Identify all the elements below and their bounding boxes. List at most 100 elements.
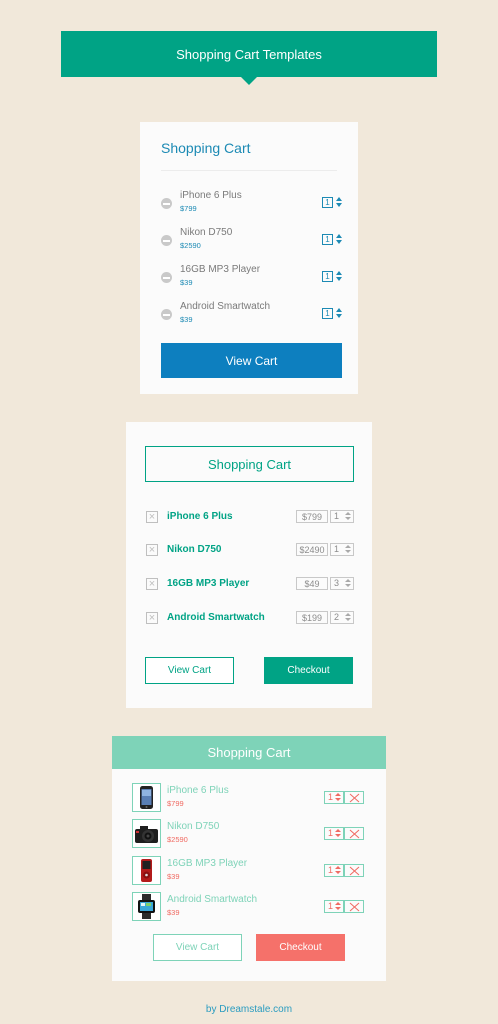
- quantity-value[interactable]: 1: [328, 865, 333, 876]
- quantity-stepper[interactable]: 2: [330, 611, 354, 624]
- smartwatch-icon: [132, 892, 161, 921]
- item-name: iPhone 6 Plus: [167, 785, 229, 796]
- divider: [161, 170, 337, 171]
- quantity-stepper[interactable]: 1: [324, 900, 344, 913]
- quantity-stepper[interactable]: [336, 308, 343, 319]
- quantity-value[interactable]: 1: [328, 901, 333, 912]
- quantity-stepper[interactable]: 1: [330, 510, 354, 523]
- close-icon[interactable]: [344, 900, 364, 913]
- cart-title: Shopping Cart: [161, 140, 251, 156]
- quantity-input[interactable]: 1: [322, 308, 333, 319]
- item-price: $39: [180, 315, 193, 324]
- banner-pointer: [241, 77, 257, 85]
- arrow-down-icon[interactable]: [336, 203, 342, 207]
- quantity-value[interactable]: 1: [334, 544, 339, 555]
- cart-item: 16GB MP3 Player $39 1: [161, 262, 343, 292]
- spinner-icon[interactable]: [335, 829, 342, 838]
- item-price: $39: [167, 908, 180, 917]
- cart-item: × iPhone 6 Plus $799 1: [146, 510, 354, 524]
- arrow-down-icon[interactable]: [336, 277, 342, 281]
- item-name: Nikon D750: [180, 227, 233, 238]
- spinner-icon[interactable]: [335, 866, 342, 875]
- shopping-cart-card-1: Shopping Cart iPhone 6 Plus $799 1 Nikon…: [140, 122, 358, 394]
- remove-item-icon[interactable]: [161, 309, 172, 320]
- close-icon[interactable]: ×: [146, 544, 158, 556]
- arrow-up-icon[interactable]: [336, 197, 342, 201]
- shopping-cart-card-2: Shopping Cart × iPhone 6 Plus $799 1 × N…: [126, 422, 372, 708]
- item-price: $49: [296, 577, 328, 590]
- quantity-value[interactable]: 3: [334, 578, 339, 589]
- item-name: Android Smartwatch: [180, 301, 271, 312]
- cart-item: Nikon D750 $2590 1: [132, 819, 365, 849]
- close-icon[interactable]: ×: [146, 578, 158, 590]
- cart-item: × Nikon D750 $2490 1: [146, 543, 354, 557]
- item-price: $799: [296, 510, 328, 523]
- remove-item-icon[interactable]: [161, 235, 172, 246]
- item-name: 16GB MP3 Player: [167, 578, 250, 589]
- cart-title: Shopping Cart: [145, 446, 354, 482]
- cart-item: Android Smartwatch $39 1: [161, 299, 343, 329]
- cart-item: × 16GB MP3 Player $49 3: [146, 577, 354, 591]
- cart-header: Shopping Cart: [112, 736, 386, 769]
- quantity-stepper[interactable]: 1: [324, 827, 344, 840]
- checkout-button[interactable]: Checkout: [256, 934, 345, 961]
- close-icon[interactable]: ×: [146, 612, 158, 624]
- remove-item-icon[interactable]: [161, 198, 172, 209]
- item-price: $39: [180, 278, 193, 287]
- quantity-input[interactable]: 1: [322, 197, 333, 208]
- item-name: 16GB MP3 Player: [167, 858, 248, 869]
- item-price: $2590: [167, 835, 188, 844]
- quantity-stepper[interactable]: 1: [324, 864, 344, 877]
- item-name: 16GB MP3 Player: [180, 264, 261, 275]
- arrow-up-icon[interactable]: [336, 308, 342, 312]
- spinner-icon[interactable]: [335, 793, 342, 802]
- close-icon[interactable]: ×: [146, 511, 158, 523]
- arrow-up-icon[interactable]: [336, 271, 342, 275]
- cart-item: × Android Smartwatch $199 2: [146, 611, 354, 625]
- item-name: Android Smartwatch: [167, 612, 265, 623]
- item-name: iPhone 6 Plus: [167, 511, 233, 522]
- item-name: iPhone 6 Plus: [180, 190, 242, 201]
- quantity-value[interactable]: 2: [334, 612, 339, 623]
- spinner-icon[interactable]: [344, 613, 352, 622]
- cart-title: Shopping Cart: [207, 745, 291, 760]
- arrow-down-icon[interactable]: [336, 240, 342, 244]
- item-price: $2590: [180, 241, 201, 250]
- item-price: $799: [180, 204, 197, 213]
- arrow-down-icon[interactable]: [336, 314, 342, 318]
- banner-title: Shopping Cart Templates: [176, 46, 322, 62]
- quantity-value[interactable]: 1: [328, 828, 333, 839]
- close-icon[interactable]: [344, 827, 364, 840]
- cart-item: Android Smartwatch $39 1: [132, 892, 365, 922]
- spinner-icon[interactable]: [344, 512, 352, 521]
- spinner-icon[interactable]: [335, 902, 342, 911]
- spinner-icon[interactable]: [344, 579, 352, 588]
- close-icon[interactable]: [344, 791, 364, 804]
- checkout-button[interactable]: Checkout: [264, 657, 353, 684]
- camera-icon: [132, 819, 161, 848]
- quantity-stepper[interactable]: [336, 234, 343, 245]
- quantity-input[interactable]: 1: [322, 234, 333, 245]
- quantity-stepper[interactable]: 1: [324, 791, 344, 804]
- view-cart-button[interactable]: View Cart: [145, 657, 234, 684]
- footer-credit[interactable]: by Dreamstale.com: [0, 1004, 498, 1015]
- quantity-input[interactable]: 1: [322, 271, 333, 282]
- cart-item: iPhone 6 Plus $799 1: [132, 783, 365, 813]
- spinner-icon[interactable]: [344, 545, 352, 554]
- view-cart-button[interactable]: View Cart: [161, 343, 342, 378]
- quantity-value[interactable]: 1: [334, 511, 339, 522]
- item-name: Nikon D750: [167, 821, 220, 832]
- quantity-stepper[interactable]: 3: [330, 577, 354, 590]
- cart-title-text: Shopping Cart: [207, 456, 292, 472]
- item-name: Nikon D750: [167, 544, 222, 555]
- remove-item-icon[interactable]: [161, 272, 172, 283]
- item-price: $2490: [296, 543, 328, 556]
- quantity-stepper[interactable]: [336, 197, 343, 208]
- quantity-value[interactable]: 1: [328, 792, 333, 803]
- quantity-stepper[interactable]: [336, 271, 343, 282]
- quantity-stepper[interactable]: 1: [330, 543, 354, 556]
- close-icon[interactable]: [344, 864, 364, 877]
- item-price: $799: [167, 799, 184, 808]
- view-cart-button[interactable]: View Cart: [153, 934, 242, 961]
- arrow-up-icon[interactable]: [336, 234, 342, 238]
